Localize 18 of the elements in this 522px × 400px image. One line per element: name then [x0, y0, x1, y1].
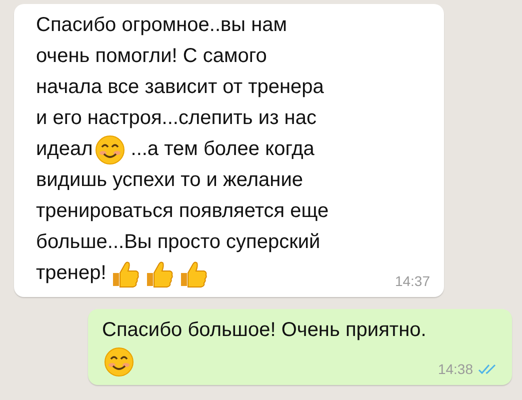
message-text: больше...Вы просто суперский — [36, 231, 320, 254]
message-text: Спасибо большое! Очень приятно. — [102, 319, 426, 342]
thumbs-up-icon — [144, 258, 174, 288]
thumbs-up-icon — [110, 258, 140, 288]
message-text: Спасибо огромное..вы нам — [36, 14, 287, 37]
message-text: ...а тем более когда — [130, 138, 314, 161]
message-text: тренер! — [36, 262, 106, 285]
smiling-face-icon — [104, 346, 134, 376]
message-time: 14:37 — [394, 273, 430, 289]
message-text: начала все зависит от тренера — [36, 76, 324, 99]
message-text: очень помогли! С самого — [36, 45, 267, 68]
message-text: видишь успехи то и желание — [36, 169, 303, 192]
thumbs-up-icon — [178, 258, 208, 288]
message-time: 14:38 — [438, 361, 473, 377]
message-text: и его настроя...слепить из нас — [36, 107, 316, 130]
smiling-face-icon — [94, 134, 125, 164]
message-text: идеал — [36, 138, 93, 161]
message-text: тренироваться появляется еще — [36, 200, 329, 223]
